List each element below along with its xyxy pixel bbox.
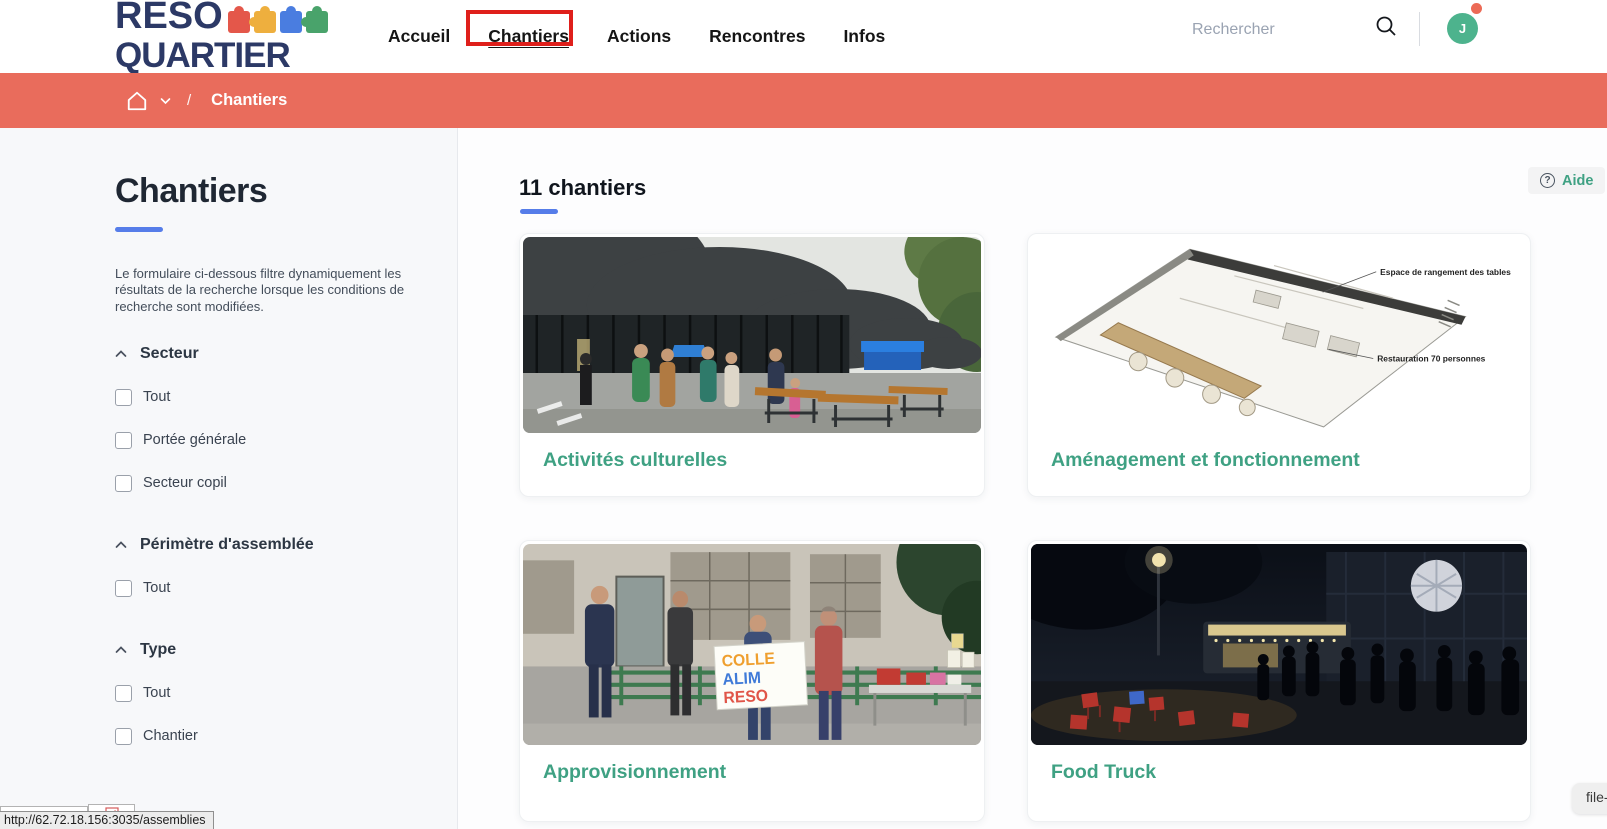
poster-text-line1: COLLE <box>721 649 775 670</box>
filter-option-row: Portée générale <box>115 432 457 449</box>
results-count-heading: 11 chantiers <box>519 175 646 201</box>
card-title[interactable]: Activités culturelles <box>523 433 981 472</box>
filter-option-row: Tout <box>115 685 457 702</box>
filter-option-label: Tout <box>143 685 170 701</box>
brand-logo-text-line2: QUARTIER <box>115 36 325 73</box>
filter-section-label: Type <box>140 641 176 659</box>
filter-option-label: Tout <box>143 389 170 405</box>
main-navigation: Accueil Chantiers Actions Rencontres Inf… <box>388 0 885 73</box>
brand-logo[interactable]: RESO QUARTIER <box>115 0 325 73</box>
filter-option-row: Secteur copil <box>115 475 457 492</box>
question-circle-icon: ? <box>1540 173 1555 188</box>
nav-item-rencontres[interactable]: Rencontres <box>709 26 805 47</box>
card-image-architectural-plan: Espace de rangement des tables Restaurat… <box>1031 237 1527 433</box>
notification-dot <box>1471 3 1482 14</box>
checkbox-perimetre-tout[interactable] <box>115 580 132 597</box>
header-divider <box>1419 12 1420 46</box>
filter-option-row: Tout <box>115 389 457 406</box>
breadcrumb: / Chantiers <box>0 73 1607 128</box>
filter-section-label: Secteur <box>140 345 199 363</box>
filter-option-label: Chantier <box>143 728 198 744</box>
filter-section-secteur-toggle[interactable]: Secteur <box>115 345 457 363</box>
plan-label-restauration: Restauration 70 personnes <box>1377 353 1485 363</box>
assembly-card-approvisionnement[interactable]: COLLE ALIM RESO Approvisionnement <box>519 540 985 822</box>
filter-option-label: Portée générale <box>143 432 246 448</box>
sidebar-title-underline <box>115 227 163 232</box>
plan-label-storage: Espace de rangement des tables <box>1380 267 1511 277</box>
card-title[interactable]: Approvisionnement <box>523 745 981 784</box>
nav-item-actions[interactable]: Actions <box>607 26 671 47</box>
nav-item-chantiers[interactable]: Chantiers <box>488 26 569 47</box>
assembly-card-food-truck[interactable]: Food Truck <box>1027 540 1531 822</box>
card-photo-night-food-truck <box>1031 544 1527 745</box>
puzzle-pieces-icon <box>227 1 329 37</box>
breadcrumb-separator: / <box>187 92 191 109</box>
card-photo-food-collection: COLLE ALIM RESO <box>523 544 981 745</box>
nav-item-accueil[interactable]: Accueil <box>388 26 450 47</box>
checkbox-type-chantier[interactable] <box>115 728 132 745</box>
card-title[interactable]: Food Truck <box>1031 745 1527 784</box>
nav-item-infos[interactable]: Infos <box>843 26 885 47</box>
filters-sidebar: Chantiers Le formulaire ci-dessous filtr… <box>0 128 458 829</box>
help-button[interactable]: ? Aide <box>1528 167 1605 194</box>
filter-section-secteur: Secteur Tout Portée générale Secteur cop… <box>115 345 457 492</box>
breadcrumb-current[interactable]: Chantiers <box>211 91 287 110</box>
search-input[interactable] <box>1190 16 1362 44</box>
filters-description: Le formulaire ci-dessous filtre dynamiqu… <box>115 266 407 315</box>
poster-text-line2: ALIM <box>722 669 761 689</box>
card-photo-outdoor-event <box>523 237 981 433</box>
checkbox-type-tout[interactable] <box>115 685 132 702</box>
home-icon[interactable] <box>126 90 148 112</box>
chevron-up-icon <box>115 350 127 358</box>
chevron-up-icon <box>115 541 127 549</box>
assembly-card-amenagement[interactable]: Espace de rangement des tables Restaurat… <box>1027 233 1531 497</box>
status-bar-url: http://62.72.18.156:3035/assemblies <box>0 811 214 829</box>
checkbox-secteur-tout[interactable] <box>115 389 132 406</box>
filter-section-type: Type Tout Chantier <box>115 641 457 745</box>
poster-text-line3: RESO <box>723 687 768 708</box>
file-tooltip: file- <box>1572 783 1607 814</box>
filter-option-label: Secteur copil <box>143 475 227 491</box>
user-avatar[interactable]: J <box>1447 13 1478 44</box>
sidebar-title: Chantiers <box>115 172 457 211</box>
checkbox-portee-generale[interactable] <box>115 432 132 449</box>
results-heading-underline <box>520 209 558 214</box>
filter-section-type-toggle[interactable]: Type <box>115 641 457 659</box>
checkbox-secteur-copil[interactable] <box>115 475 132 492</box>
card-title[interactable]: Aménagement et fonctionnement <box>1031 433 1527 472</box>
filter-option-row: Tout <box>115 580 457 597</box>
filter-section-label: Périmètre d'assemblée <box>140 536 314 554</box>
filter-option-label: Tout <box>143 580 170 596</box>
top-header: RESO QUARTIER Accueil Chantiers <box>0 0 1607 73</box>
filter-section-perimetre-toggle[interactable]: Périmètre d'assemblée <box>115 536 457 554</box>
search-icon[interactable] <box>1374 14 1398 43</box>
user-initial: J <box>1459 21 1466 36</box>
chevron-down-icon[interactable] <box>160 97 171 105</box>
chevron-up-icon <box>115 646 127 654</box>
filter-section-perimetre: Périmètre d'assemblée Tout <box>115 536 457 597</box>
help-label: Aide <box>1562 173 1593 189</box>
assembly-card-activites-culturelles[interactable]: Activités culturelles <box>519 233 985 497</box>
filter-option-row: Chantier <box>115 728 457 745</box>
brand-logo-text-line1: RESO <box>115 0 223 38</box>
page: RESO QUARTIER Accueil Chantiers <box>0 0 1607 829</box>
